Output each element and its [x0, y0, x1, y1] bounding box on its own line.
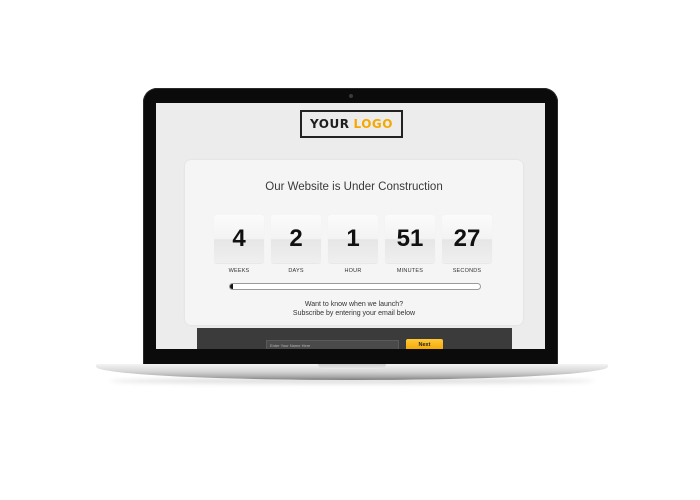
logo-word-accent: LOGO	[353, 117, 393, 131]
counter-hour: 1 HOUR	[328, 215, 378, 274]
counter-value: 2	[271, 215, 321, 263]
laptop-shadow	[110, 378, 594, 384]
launch-progress-bar	[229, 283, 481, 290]
counter-value: 51	[385, 215, 435, 263]
logo-word-primary: YOUR	[310, 117, 350, 131]
progress-fill	[230, 284, 233, 289]
email-input[interactable]	[266, 340, 399, 349]
counter-weeks: 4 WEEKS	[214, 215, 264, 274]
countdown-timer: 4 WEEKS 2 DAYS 1 HOUR 51 MINUTES 27 SECO…	[214, 215, 494, 277]
laptop-lid: YOUR LOGO Our Website is Under Construct…	[143, 88, 558, 366]
next-button[interactable]: Next	[406, 339, 443, 349]
counter-value: 4	[214, 215, 264, 263]
subscribe-prompt: Want to know when we launch?	[304, 301, 404, 308]
subscribe-instructions: Subscribe by entering your email below	[292, 310, 416, 317]
logo[interactable]: YOUR LOGO	[300, 110, 403, 138]
camera-icon	[349, 94, 353, 98]
counter-days: 2 DAYS	[271, 215, 321, 274]
page-title: Our Website is Under Construction	[265, 181, 443, 193]
counter-value: 27	[442, 215, 492, 263]
subscribe-bar: Next	[197, 328, 512, 349]
mockup-stage: YOUR LOGO Our Website is Under Construct…	[0, 0, 700, 500]
counter-label: SECONDS	[452, 268, 482, 274]
counter-value: 1	[328, 215, 378, 263]
counter-label: DAYS	[288, 268, 304, 274]
countdown-card: Our Website is Under Construction 4 WEEK…	[185, 160, 523, 325]
counter-label: HOUR	[344, 268, 362, 274]
counter-minutes: 51 MINUTES	[385, 215, 435, 274]
counter-seconds: 27 SECONDS	[442, 215, 492, 274]
counter-label: MINUTES	[396, 268, 424, 274]
laptop-notch	[318, 364, 386, 369]
laptop-screen: YOUR LOGO Our Website is Under Construct…	[156, 103, 545, 349]
counter-label: WEEKS	[228, 268, 250, 274]
